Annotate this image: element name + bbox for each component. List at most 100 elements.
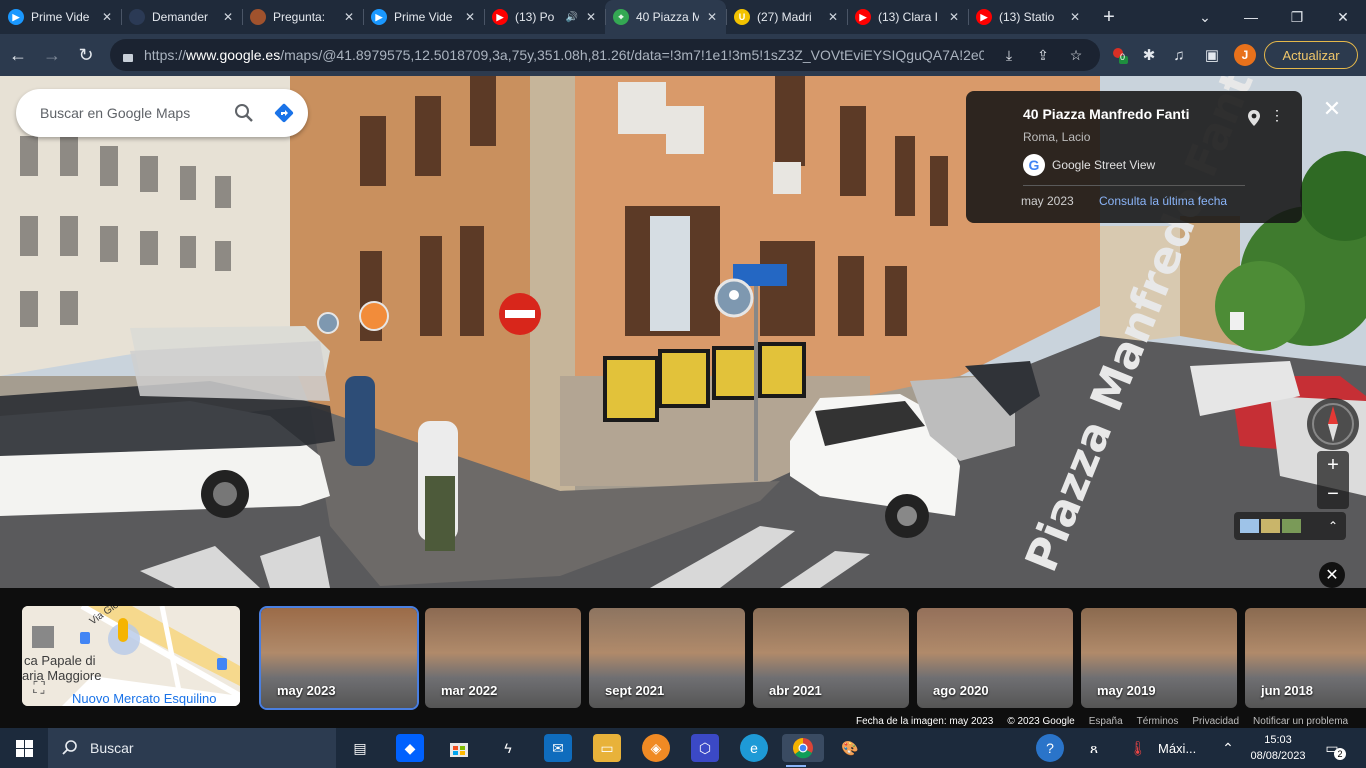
browser-tab[interactable]: ▶ (13) Statio ✕ bbox=[968, 0, 1089, 34]
tab-close-icon[interactable]: ✕ bbox=[222, 10, 234, 24]
imagery-layers-control[interactable]: ⌃ bbox=[1234, 512, 1346, 540]
minimize-button[interactable]: — bbox=[1228, 0, 1274, 34]
search-placeholder[interactable]: Buscar en Google Maps bbox=[40, 105, 224, 121]
copilot-icon[interactable]: ⬡ bbox=[691, 734, 719, 762]
extensions-puzzle-icon[interactable]: ✱ bbox=[1138, 44, 1160, 66]
browser-tab[interactable]: ⌖ 40 Piazza M ✕ bbox=[605, 0, 726, 34]
weather-label[interactable]: Máxi... bbox=[1158, 741, 1196, 756]
app-bolt-icon[interactable]: ϟ bbox=[494, 734, 522, 762]
privacy-link[interactable]: Privacidad bbox=[1192, 716, 1239, 727]
people-icon[interactable]: ጸ bbox=[1080, 734, 1108, 762]
country-link[interactable]: España bbox=[1089, 716, 1123, 727]
profile-avatar[interactable]: J bbox=[1234, 44, 1256, 66]
timeline-thumbnail[interactable]: may 2019 bbox=[1081, 608, 1237, 708]
timeline-thumbnail[interactable]: ago 2020 bbox=[917, 608, 1073, 708]
weather-thermometer-icon[interactable]: 🌡 bbox=[1124, 734, 1152, 762]
timeline-thumbnail[interactable]: abr 2021 bbox=[753, 608, 909, 708]
tab-close-icon[interactable]: ✕ bbox=[101, 10, 113, 24]
mail-icon[interactable]: ✉ bbox=[544, 734, 572, 762]
compass-control[interactable] bbox=[1307, 398, 1359, 450]
expand-map-icon[interactable]: ⛶ bbox=[28, 678, 50, 700]
youtube-icon: ▶ bbox=[492, 9, 508, 25]
reload-button[interactable]: ↻ bbox=[70, 39, 102, 71]
restore-button[interactable]: ❐ bbox=[1274, 0, 1320, 34]
start-button[interactable] bbox=[0, 728, 48, 768]
zoom-in-button[interactable]: + bbox=[1317, 451, 1349, 480]
tab-close-icon[interactable]: ✕ bbox=[585, 10, 597, 24]
directions-icon[interactable] bbox=[264, 93, 304, 133]
paint-icon[interactable]: 🎨 bbox=[836, 734, 864, 762]
browser-tab[interactable]: Pregunta: ✕ bbox=[242, 0, 363, 34]
map-pin-marker[interactable] bbox=[714, 278, 754, 318]
task-view-icon[interactable]: ▤ bbox=[346, 734, 374, 762]
layer-thumbnail[interactable] bbox=[1261, 519, 1280, 533]
timeline-thumbnail[interactable]: may 2023 bbox=[259, 606, 419, 710]
extension-badge-icon[interactable]: 0 bbox=[1108, 44, 1130, 66]
location-pin-icon[interactable] bbox=[1246, 109, 1262, 127]
tab-close-icon[interactable]: ✕ bbox=[1069, 10, 1081, 24]
street-view-panorama[interactable]: Piazza Manfredo Fanti Buscar en Google M… bbox=[0, 76, 1366, 588]
browser-tab[interactable]: Demander ✕ bbox=[121, 0, 242, 34]
url-text[interactable]: https://www.google.es/maps/@41.8979575,1… bbox=[144, 47, 984, 63]
taskbar-clock[interactable]: 15:03 08/08/2023 bbox=[1246, 732, 1310, 764]
zoom-out-button[interactable]: − bbox=[1317, 480, 1349, 509]
close-timeline-icon[interactable]: ✕ bbox=[1319, 562, 1345, 588]
notifications-icon[interactable]: ▭ 2 bbox=[1318, 734, 1346, 762]
back-button[interactable]: ← bbox=[2, 39, 34, 71]
browser-tab[interactable]: U (27) Madri ✕ bbox=[726, 0, 847, 34]
media-control-icon[interactable]: ♫ bbox=[1168, 44, 1190, 66]
chrome-browser-icon[interactable] bbox=[782, 734, 824, 767]
edge-browser-icon[interactable]: e bbox=[740, 734, 768, 762]
google-logo-icon: G bbox=[1023, 154, 1045, 176]
help-icon[interactable]: ? bbox=[1036, 734, 1064, 762]
install-app-icon[interactable]: ⤓ bbox=[1000, 46, 1018, 64]
report-problem-link[interactable]: Notificar un problema bbox=[1253, 716, 1348, 727]
more-options-icon[interactable]: ⋮ bbox=[1270, 107, 1284, 124]
tab-close-icon[interactable]: ✕ bbox=[706, 10, 718, 24]
layer-thumbnail[interactable] bbox=[1240, 519, 1259, 533]
bookmark-star-icon[interactable]: ☆ bbox=[1067, 46, 1085, 64]
latest-date-link[interactable]: Consulta la última fecha bbox=[1099, 194, 1227, 208]
side-panel-icon[interactable]: ▣ bbox=[1201, 44, 1223, 66]
search-icon[interactable] bbox=[224, 93, 264, 133]
timeline-date-label: mar 2022 bbox=[441, 683, 498, 698]
tab-audio-icon[interactable]: 🔊 bbox=[566, 12, 578, 23]
lock-icon[interactable] bbox=[122, 48, 134, 62]
taskbar-search[interactable]: Buscar bbox=[48, 728, 336, 768]
tab-search-chevron-icon[interactable]: ⌄ bbox=[1182, 0, 1228, 34]
dropbox-icon[interactable]: ◆ bbox=[396, 734, 424, 762]
taskbar-search-label[interactable]: Buscar bbox=[90, 740, 134, 756]
file-explorer-icon[interactable]: ▭ bbox=[593, 734, 621, 762]
forward-button[interactable]: → bbox=[36, 39, 68, 71]
new-tab-button[interactable]: + bbox=[1089, 0, 1129, 34]
maps-search-box[interactable]: Buscar en Google Maps bbox=[16, 89, 308, 137]
restaurant-marker[interactable] bbox=[359, 301, 389, 331]
tab-close-icon[interactable]: ✕ bbox=[343, 10, 355, 24]
browser-tab[interactable]: ▶ (13) Clara I ✕ bbox=[847, 0, 968, 34]
update-button[interactable]: Actualizar bbox=[1264, 41, 1358, 69]
terms-link[interactable]: Términos bbox=[1137, 716, 1179, 727]
timeline-thumbnail[interactable]: jun 2018 bbox=[1245, 608, 1366, 708]
windows-logo-icon bbox=[15, 739, 33, 757]
browser-tab[interactable]: ▶ Prime Vide ✕ bbox=[0, 0, 121, 34]
address-bar[interactable]: https://www.google.es/maps/@41.8979575,1… bbox=[110, 39, 1100, 71]
expand-up-icon[interactable]: ⌃ bbox=[1328, 519, 1338, 533]
mini-map[interactable]: ca Papale di aria Maggiore Nuovo Mercato… bbox=[22, 606, 240, 706]
browser-tab[interactable]: ▶ (13) Po 🔊 ✕ bbox=[484, 0, 605, 34]
microsoft-store-icon[interactable] bbox=[445, 734, 473, 762]
layer-thumbnail[interactable] bbox=[1282, 519, 1301, 533]
browser-tab[interactable]: ▶ Prime Vide ✕ bbox=[363, 0, 484, 34]
timeline-thumbnail[interactable]: mar 2022 bbox=[425, 608, 581, 708]
tab-close-icon[interactable]: ✕ bbox=[464, 10, 476, 24]
share-icon[interactable]: ⇪ bbox=[1034, 46, 1052, 64]
place-marker[interactable] bbox=[317, 312, 339, 334]
brave-browser-icon[interactable]: ◈ bbox=[642, 734, 670, 762]
show-hidden-icons-chevron-icon[interactable]: ⌃ bbox=[1214, 734, 1242, 762]
timeline-thumbnail[interactable]: sept 2021 bbox=[589, 608, 745, 708]
compass-icon[interactable] bbox=[1307, 398, 1359, 450]
close-window-button[interactable]: ✕ bbox=[1320, 0, 1366, 34]
timeline-date-label: ago 2020 bbox=[933, 683, 989, 698]
tab-close-icon[interactable]: ✕ bbox=[827, 10, 839, 24]
close-street-view-icon[interactable]: ✕ bbox=[1318, 95, 1346, 123]
tab-close-icon[interactable]: ✕ bbox=[948, 10, 960, 24]
